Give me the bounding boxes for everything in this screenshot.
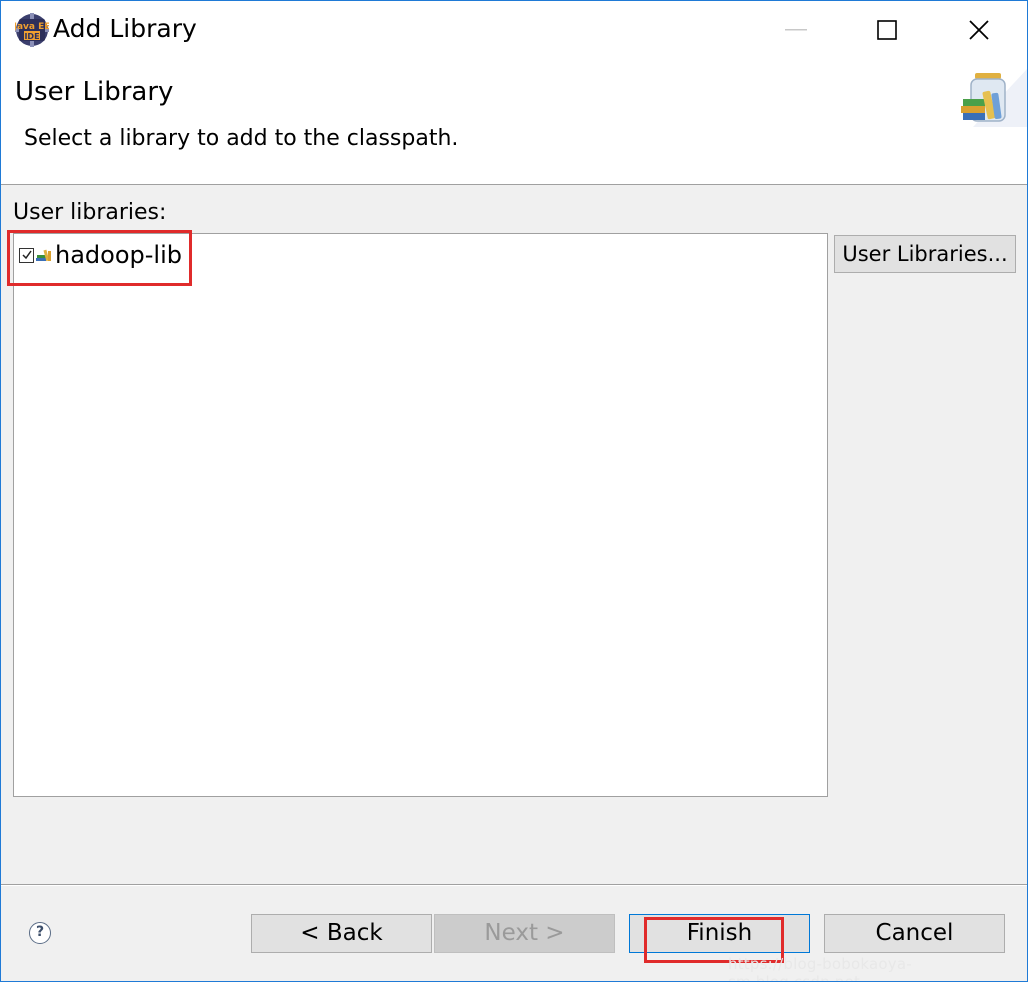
maximize-icon [877,20,897,40]
add-library-dialog: Java EE IDE Add Library User Library Sel… [0,0,1028,982]
wizard-header: User Library Select a library to add to … [1,59,1027,185]
page-title: User Library [15,77,174,107]
finish-button[interactable]: Finish [629,914,810,953]
footer-separator-highlight [1,885,1027,886]
list-item[interactable]: hadoop-lib [19,239,182,271]
close-button[interactable] [933,1,1025,59]
window-title: Add Library [53,14,197,43]
library-jar-icon [961,69,1027,127]
minimize-button[interactable] [750,1,842,59]
title-bar: Java EE IDE Add Library [1,1,1027,59]
svg-text:Java EE: Java EE [15,22,49,32]
maximize-button[interactable] [841,1,933,59]
library-name: hadoop-lib [55,241,182,269]
user-libraries-button[interactable]: User Libraries... [834,235,1016,273]
next-button: Next > [434,914,615,953]
cancel-button[interactable]: Cancel [824,914,1005,953]
page-description: Select a library to add to the classpath… [24,126,459,151]
watermark: https://blog-bobokaoya-sm.blog.csdn.net [728,955,912,982]
close-icon [969,20,989,40]
help-icon[interactable]: ? [29,922,51,944]
java-ee-ide-icon: Java EE IDE [15,13,49,47]
user-libraries-label: User libraries: [13,200,167,225]
minimize-icon [785,29,807,31]
user-library-list[interactable]: hadoop-lib [13,233,828,797]
svg-text:IDE: IDE [24,32,39,41]
library-icon [36,249,51,262]
back-button[interactable]: < Back [251,914,432,953]
checkmark-icon [21,250,32,260]
library-checkbox[interactable] [19,247,34,263]
